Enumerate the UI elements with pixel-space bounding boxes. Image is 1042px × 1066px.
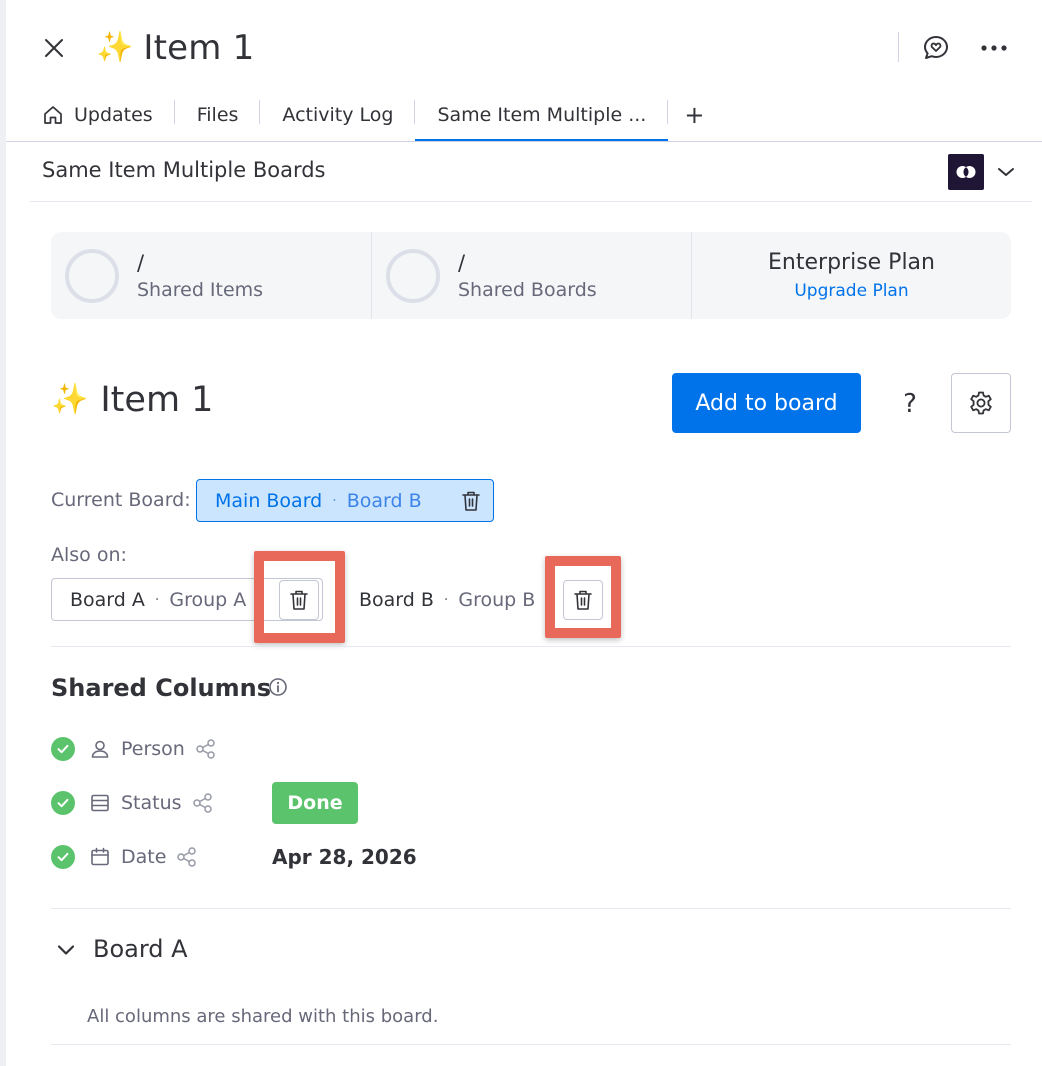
- shared-columns-title: Shared Columns: [51, 674, 272, 702]
- check-circle-icon: [51, 791, 75, 815]
- more-options-button[interactable]: [974, 28, 1014, 68]
- progress-ring: [386, 248, 440, 303]
- item-name: Item 1: [100, 380, 214, 420]
- close-icon: [45, 39, 63, 57]
- tab-label: Activity Log: [282, 104, 394, 126]
- sparkles-icon: ✨: [51, 382, 89, 417]
- item-heading: ✨ Item 1: [51, 380, 213, 420]
- board-a-collapse-toggle[interactable]: [54, 938, 78, 962]
- stat-shared-boards: / Shared Boards: [371, 232, 691, 319]
- share-icon: [176, 846, 198, 868]
- close-button[interactable]: [36, 30, 72, 66]
- section-divider: [51, 908, 1011, 909]
- sparkles-icon: ✨: [96, 30, 134, 65]
- stat-plan: Enterprise Plan Upgrade Plan: [691, 232, 1011, 319]
- section-divider: [51, 1044, 1011, 1045]
- column-name: Status: [121, 792, 182, 814]
- person-icon: [89, 738, 111, 760]
- stats-bar: / Shared Items / Shared Boards Enterpris…: [51, 232, 1011, 319]
- shared-column-row: Person: [51, 732, 217, 766]
- status-column-icon: [89, 792, 111, 814]
- chat-heart-icon: [924, 36, 948, 59]
- column-name: Person: [121, 738, 185, 760]
- stat-value: /: [137, 250, 145, 275]
- settings-button[interactable]: [951, 373, 1011, 433]
- chip-board-name: Main Board: [215, 489, 323, 512]
- app-logo[interactable]: [948, 154, 984, 190]
- chip-separator: ·: [332, 492, 337, 509]
- calendar-icon: [89, 846, 111, 868]
- chat-button[interactable]: [916, 28, 956, 68]
- app-logo-icon: [956, 166, 976, 178]
- header-divider: [898, 32, 899, 62]
- tab-updates[interactable]: Updates: [30, 88, 175, 142]
- check-circle-icon: [51, 845, 75, 869]
- date-value[interactable]: Apr 28, 2026: [272, 845, 417, 869]
- column-name: Date: [121, 846, 167, 868]
- chip-group-name: Group B: [458, 588, 536, 611]
- chip-board-name: Board A: [70, 588, 145, 611]
- check-circle-icon: [51, 737, 75, 761]
- item-title-wrap[interactable]: ✨ Item 1: [96, 24, 254, 72]
- app-menu-toggle[interactable]: [994, 160, 1018, 184]
- also-on-label: Also on:: [51, 544, 127, 566]
- tab-label: Files: [196, 104, 239, 126]
- tab-same-item-multiple-boards[interactable]: Same Item Multiple ...: [415, 88, 669, 142]
- item-title[interactable]: Item 1: [143, 28, 254, 68]
- shared-column-row: Status: [51, 786, 214, 820]
- home-icon: [42, 104, 64, 126]
- section-divider: [51, 646, 1011, 647]
- current-board-label: Current Board:: [51, 489, 191, 511]
- chip-separator: ·: [443, 591, 449, 608]
- question-icon: ?: [903, 389, 917, 419]
- highlight-box: [545, 556, 621, 638]
- info-icon: [269, 678, 287, 696]
- progress-ring: [65, 248, 119, 303]
- chevron-down-icon: [998, 168, 1014, 176]
- chip-group-name: Board B: [346, 489, 422, 512]
- tab-bar: Updates Files Activity Log Same Item Mul…: [30, 88, 720, 142]
- tab-label: Same Item Multiple ...: [437, 104, 647, 126]
- share-icon: [195, 738, 217, 760]
- item-panel: ✨ Item 1 Updates Files Activity Log Same…: [0, 0, 1042, 1066]
- stat-shared-items: / Shared Items: [51, 232, 371, 319]
- shared-column-row: Date: [51, 840, 198, 874]
- chevron-down-icon: [57, 945, 75, 955]
- more-horizontal-icon: [981, 45, 1007, 51]
- status-badge[interactable]: Done: [272, 782, 358, 824]
- tabs-border: [6, 141, 1042, 142]
- board-section-note: All columns are shared with this board.: [87, 1006, 439, 1027]
- chip-separator: ·: [154, 591, 160, 608]
- tab-files[interactable]: Files: [175, 88, 261, 142]
- remove-current-board-button[interactable]: [461, 490, 481, 512]
- panel-left-edge: [0, 0, 6, 1066]
- app-bar-border: [30, 201, 1032, 202]
- share-icon: [192, 792, 214, 814]
- tab-activity-log[interactable]: Activity Log: [260, 88, 416, 142]
- plus-icon: +: [684, 101, 705, 129]
- stat-label: Shared Items: [137, 278, 264, 301]
- upgrade-plan-link[interactable]: Upgrade Plan: [794, 281, 908, 301]
- shared-columns-info-button[interactable]: [268, 677, 288, 697]
- plan-name: Enterprise Plan: [768, 250, 935, 275]
- trash-icon: [462, 491, 480, 511]
- stat-value: /: [458, 250, 466, 275]
- chip-group-name: Group A: [169, 588, 247, 611]
- app-title: Same Item Multiple Boards: [42, 158, 326, 182]
- current-board-chip[interactable]: Main Board · Board B: [196, 479, 494, 522]
- chip-board-name: Board B: [359, 588, 434, 611]
- add-tab-button[interactable]: +: [668, 88, 720, 142]
- stat-label: Shared Boards: [458, 278, 597, 301]
- add-to-board-button[interactable]: Add to board: [672, 373, 861, 433]
- tab-label: Updates: [74, 104, 153, 126]
- gear-icon: [970, 391, 992, 415]
- help-button[interactable]: ?: [892, 384, 928, 424]
- highlight-box: [254, 551, 345, 643]
- board-section-title[interactable]: Board A: [93, 935, 188, 963]
